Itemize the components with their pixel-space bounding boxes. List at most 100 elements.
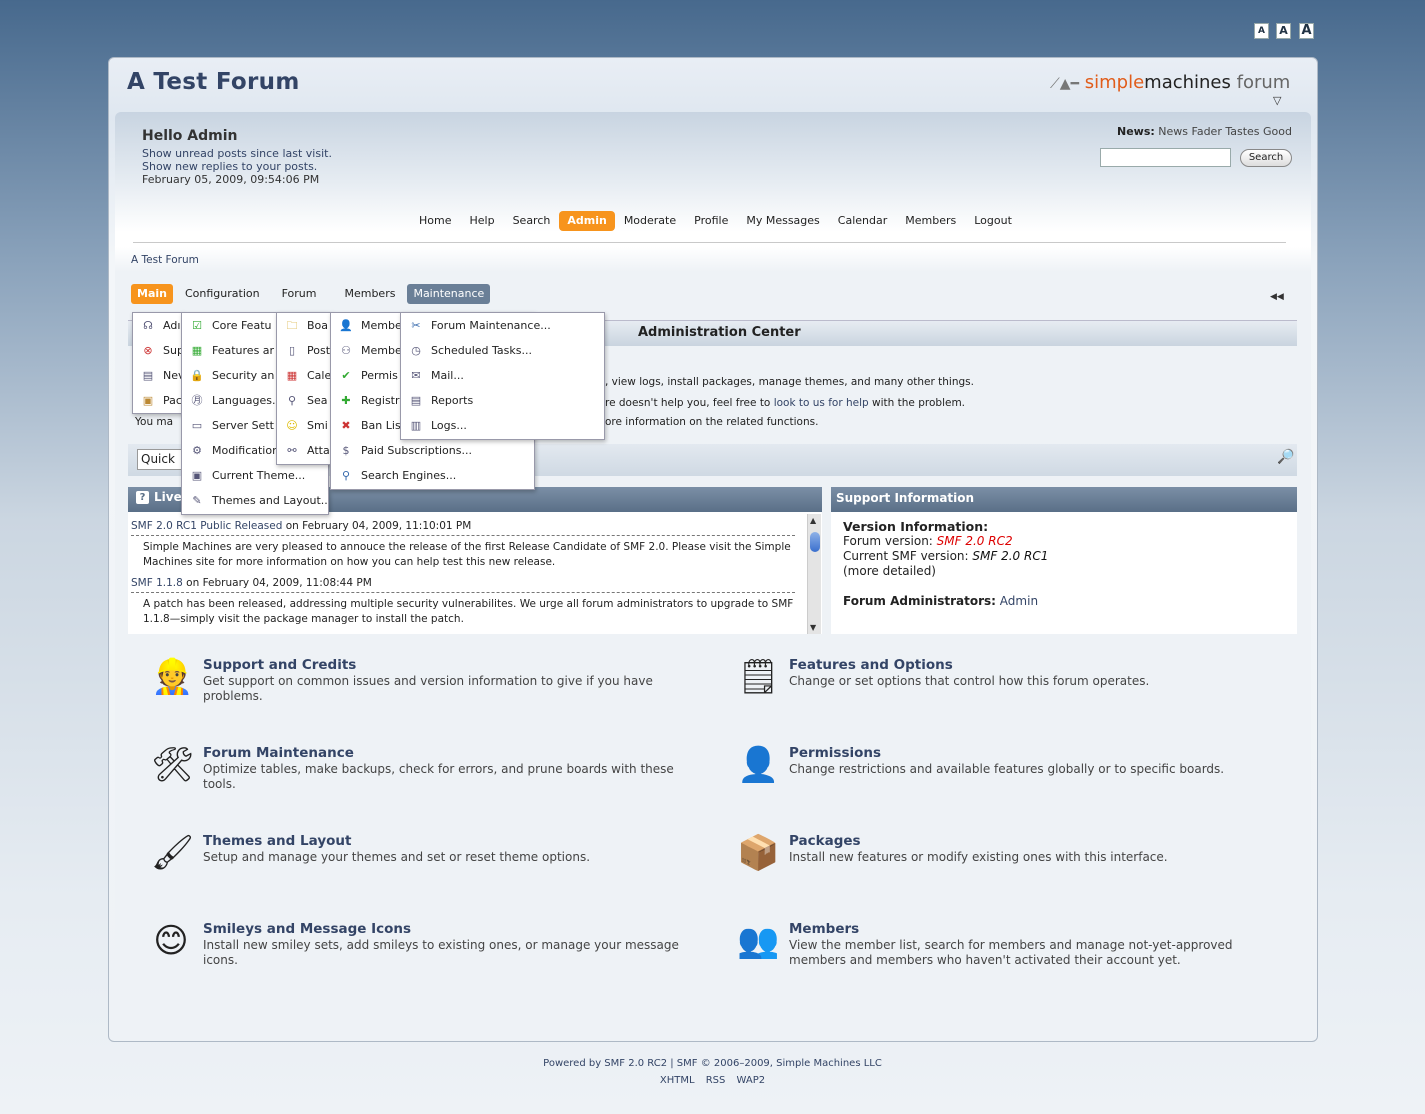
current-version-label: Current SMF version:: [843, 549, 973, 563]
news-item-link[interactable]: SMF 1.1.8: [131, 577, 183, 589]
menu-moderate[interactable]: Moderate: [615, 211, 685, 231]
calendar-icon: ▦: [286, 369, 298, 382]
news-item-date: on February 04, 2009, 11:08:44 PM: [182, 577, 372, 589]
tab-maintenance[interactable]: Maintenance: [407, 284, 491, 304]
dropdown-item-label: Atta: [307, 444, 330, 457]
menu-search[interactable]: Search: [504, 211, 560, 231]
news-item-link[interactable]: SMF 2.0 RC1 Public Released: [131, 520, 282, 532]
features-icon[interactable]: 🗒: [737, 657, 780, 697]
dropdown-item[interactable]: ▥ Logs...: [401, 413, 604, 438]
dropdown-item[interactable]: ▤ Nev: [133, 363, 183, 388]
dropdown-item[interactable]: ◷ Scheduled Tasks...: [401, 338, 604, 363]
search-button[interactable]: Search: [1240, 149, 1292, 167]
main-menu: Home Help Search Admin Moderate Profile …: [410, 211, 1021, 231]
section-title-smileys[interactable]: Smileys and Message Icons: [203, 921, 411, 937]
menu-help[interactable]: Help: [460, 211, 503, 231]
dropdown-item[interactable]: $ Paid Subscriptions...: [331, 438, 534, 463]
ban-icon: ✖: [341, 419, 351, 432]
help-icon[interactable]: ?: [136, 491, 149, 504]
dropdown-item-label: Cale: [307, 369, 332, 382]
tab-members[interactable]: Members: [338, 284, 401, 304]
more-detailed-link[interactable]: (more detailed): [843, 564, 936, 578]
tab-main[interactable]: Main: [131, 284, 173, 304]
tab-forum[interactable]: Forum: [276, 284, 323, 304]
menu-my-messages[interactable]: My Messages: [737, 211, 828, 231]
font-small-button[interactable]: A: [1254, 23, 1269, 39]
section-title-themes[interactable]: Themes and Layout: [203, 833, 351, 849]
menu-profile[interactable]: Profile: [685, 211, 737, 231]
font-large-button[interactable]: A: [1299, 23, 1314, 39]
maintenance-icon[interactable]: 🛠: [151, 745, 194, 785]
menu-admin[interactable]: Admin: [559, 211, 615, 231]
members-icon[interactable]: 👥: [737, 921, 779, 961]
section-title-maintenance[interactable]: Forum Maintenance: [203, 745, 354, 761]
dropdown-item[interactable]: ✎ Themes and Layout...: [182, 488, 328, 513]
section-title-members[interactable]: Members: [789, 921, 859, 937]
membergroups-icon: ⚇: [341, 344, 351, 357]
new-replies-link[interactable]: Show new replies to your posts.: [142, 160, 317, 173]
dropdown-item-label: Current Theme...: [212, 469, 306, 482]
lock-icon: 🔒: [190, 369, 204, 382]
dropdown-item[interactable]: ✂ Forum Maintenance...: [401, 313, 604, 338]
scroll-up-icon[interactable]: ▲: [810, 516, 816, 525]
dropdown-item-label: Modification: [212, 444, 280, 457]
scroll-thumb[interactable]: [810, 532, 820, 552]
current-version-value: SMF 2.0 RC1: [972, 549, 1049, 563]
section-desc-maintenance: Optimize tables, make backups, check for…: [203, 762, 674, 791]
dropdown-item[interactable]: ▯ Post: [277, 338, 332, 363]
dropdown-item-label: Mail...: [431, 369, 464, 382]
dropdown-item[interactable]: ⊗ Sup: [133, 338, 183, 363]
menu-members[interactable]: Members: [896, 211, 965, 231]
themes-icon[interactable]: 🖌: [151, 833, 194, 873]
dropdown-item[interactable]: 🗀 Boa: [277, 313, 332, 338]
dropdown-item[interactable]: ☊ Adı: [133, 313, 183, 338]
quick-search-input[interactable]: Quick: [137, 449, 185, 470]
dropdown-item[interactable]: ▣ Current Theme...: [182, 463, 328, 488]
registration-icon: ✚: [341, 394, 351, 407]
section-title-support[interactable]: Support and Credits: [203, 657, 356, 673]
footer-powered-by[interactable]: Powered by SMF 2.0 RC2 | SMF © 2006–2009…: [0, 1058, 1425, 1069]
forum-version-label: Forum version:: [843, 534, 937, 548]
dropdown-item[interactable]: ▣ Pac: [133, 388, 183, 413]
section-title-features[interactable]: Features and Options: [789, 657, 953, 673]
logs-icon: ▥: [410, 419, 422, 432]
dropdown-forum: 🗀 Boa ▯ Post ▦ Cale ⚲ Sea ☺ Smi ⚯ Atta: [276, 312, 333, 465]
dropdown-item[interactable]: ✉ Mail...: [401, 363, 604, 388]
dropdown-item[interactable]: ⚯ Atta: [277, 438, 332, 463]
dropdown-item[interactable]: ☺ Smi: [277, 413, 332, 438]
current-theme-icon: ▣: [191, 469, 203, 482]
dropdown-item-label: Permis: [361, 369, 398, 382]
news-label: News:: [1117, 125, 1155, 138]
support-icon[interactable]: 👷: [151, 657, 193, 697]
smiley-icon[interactable]: 😊: [151, 921, 191, 961]
admin-user-link[interactable]: Admin: [996, 594, 1038, 608]
unread-posts-link[interactable]: Show unread posts since last visit.: [142, 147, 332, 160]
scroll-down-icon[interactable]: ▼: [810, 623, 816, 632]
menu-calendar[interactable]: Calendar: [829, 211, 896, 231]
upshrink-toggle-icon[interactable]: ▽: [1273, 94, 1281, 107]
section-title-permissions[interactable]: Permissions: [789, 745, 881, 761]
permissions-icon: ✔: [341, 369, 351, 382]
live-scrollbar[interactable]: ▲ ▼: [807, 514, 821, 634]
packages-icon[interactable]: 📦: [737, 833, 779, 873]
magnifier-icon[interactable]: 🔎: [1277, 449, 1294, 465]
font-medium-button[interactable]: A: [1276, 23, 1291, 39]
breadcrumb[interactable]: A Test Forum: [131, 254, 199, 266]
dropdown-item[interactable]: ▤ Reports: [401, 388, 604, 413]
tab-configuration[interactable]: Configuration: [179, 284, 266, 304]
menu-logout[interactable]: Logout: [965, 211, 1021, 231]
help-link[interactable]: look to us for help: [774, 397, 869, 409]
footer-links[interactable]: XHTML RSS WAP2: [0, 1075, 1425, 1086]
menu-home[interactable]: Home: [410, 211, 460, 231]
collapse-sidebar-icon[interactable]: ◀◀: [1270, 292, 1284, 302]
member-icon: 👤: [339, 319, 353, 332]
forum-admins-line: Forum Administrators: Admin: [843, 594, 1038, 608]
dropdown-item[interactable]: ▦ Cale: [277, 363, 332, 388]
section-title-packages[interactable]: Packages: [789, 833, 861, 849]
search-input[interactable]: [1100, 148, 1231, 167]
themes-layout-icon: ✎: [192, 494, 202, 507]
dropdown-item[interactable]: ⚲ Search Engines...: [331, 463, 534, 488]
permissions-icon[interactable]: 👤: [737, 745, 779, 785]
forum-title[interactable]: A Test Forum: [127, 69, 300, 95]
dropdown-item[interactable]: ⚲ Sea: [277, 388, 332, 413]
